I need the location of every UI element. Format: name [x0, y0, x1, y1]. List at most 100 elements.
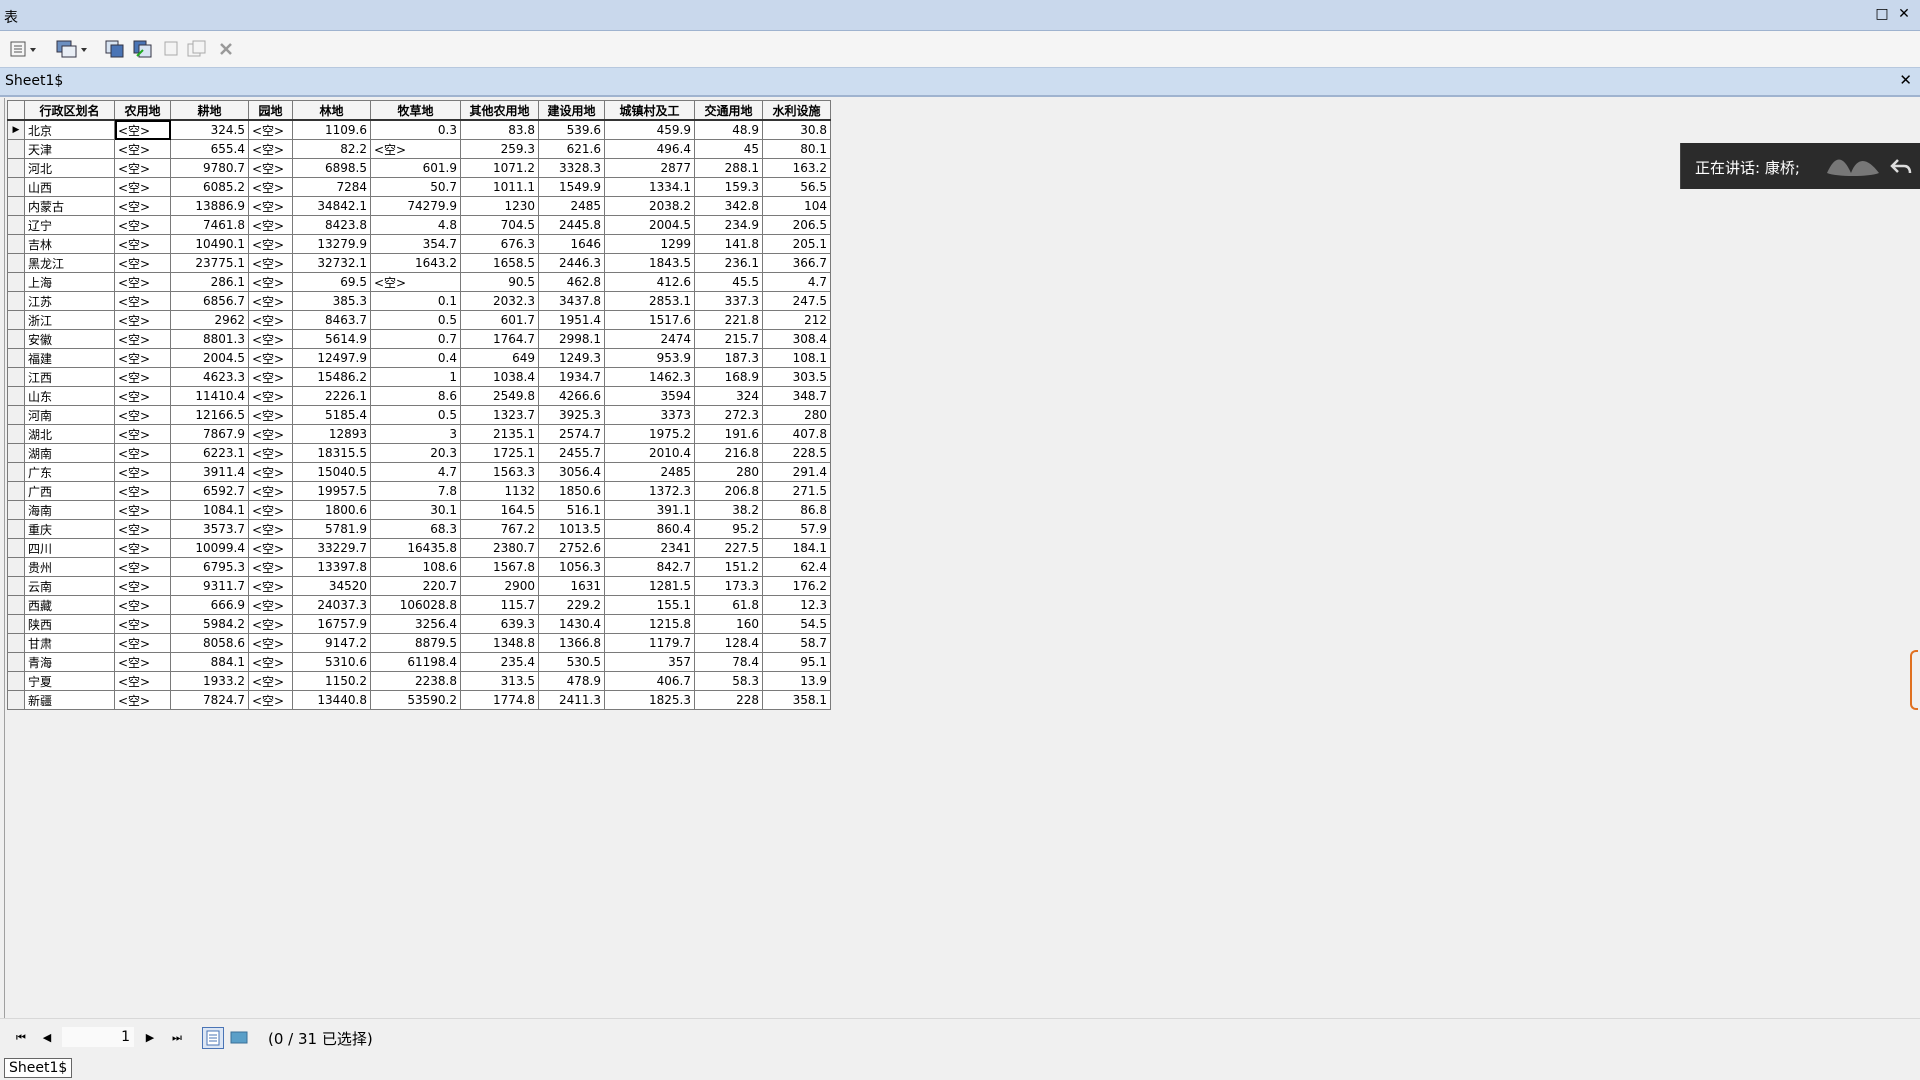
table-cell[interactable]: <空>	[114, 595, 171, 615]
table-cell[interactable]: 4.8	[370, 215, 461, 235]
table-cell[interactable]: 478.9	[538, 671, 605, 691]
table-cell[interactable]: 0.4	[370, 348, 461, 368]
table-cell[interactable]: 宁夏	[24, 671, 115, 691]
table-cell[interactable]: 0.5	[370, 405, 461, 425]
table-cell[interactable]: <空>	[248, 291, 293, 311]
table-cell[interactable]: 212	[762, 310, 831, 330]
table-cell[interactable]: 2411.3	[538, 690, 605, 710]
table-cell[interactable]: 1249.3	[538, 348, 605, 368]
table-cell[interactable]: <空>	[248, 500, 293, 520]
column-header[interactable]: 耕地	[170, 100, 249, 121]
table-cell[interactable]: 19957.5	[292, 481, 371, 501]
table-row[interactable]: 河北 <空> 9780.7 <空> 6898.5 601.9 1071.2 3328.3 287…	[7, 158, 831, 178]
table-cell[interactable]: 陕西	[24, 614, 115, 634]
row-selector[interactable]	[7, 405, 25, 425]
table-cell[interactable]: <空>	[248, 196, 293, 216]
delete-button[interactable]	[216, 39, 236, 59]
table-cell[interactable]: <空>	[114, 196, 171, 216]
table-cell[interactable]: <空>	[114, 557, 171, 577]
table-cell[interactable]: <空>	[114, 329, 171, 349]
column-header[interactable]: 建设用地	[538, 100, 605, 121]
row-selector[interactable]	[7, 614, 25, 634]
table-cell[interactable]: 8.6	[370, 386, 461, 406]
table-cell[interactable]: <空>	[114, 234, 171, 254]
table-cell[interactable]: 广东	[24, 462, 115, 482]
table-cell[interactable]: 1299	[604, 234, 695, 254]
table-cell[interactable]: <空>	[114, 367, 171, 387]
table-cell[interactable]: 6898.5	[292, 158, 371, 178]
table-row[interactable]: 内蒙古 <空> 13886.9 <空> 34842.1 74279.9 1230 2485 20…	[7, 196, 831, 216]
table-cell[interactable]: 58.3	[694, 671, 763, 691]
table-cell[interactable]: <空>	[248, 329, 293, 349]
table-cell[interactable]: 1658.5	[460, 253, 539, 273]
table-cell[interactable]: 2135.1	[460, 424, 539, 444]
table-cell[interactable]: <空>	[114, 614, 171, 634]
table-cell[interactable]: 2038.2	[604, 196, 695, 216]
table-cell[interactable]: 676.3	[460, 234, 539, 254]
table-cell[interactable]: <空>	[248, 690, 293, 710]
table-cell[interactable]: 河北	[24, 158, 115, 178]
table-cell[interactable]: 280	[694, 462, 763, 482]
table-cell[interactable]: 1764.7	[460, 329, 539, 349]
table-cell[interactable]: <空>	[114, 671, 171, 691]
row-selector[interactable]	[7, 348, 25, 368]
table-cell[interactable]: 1013.5	[538, 519, 605, 539]
table-cell[interactable]: <空>	[114, 500, 171, 520]
table-cell[interactable]: 303.5	[762, 367, 831, 387]
table-cell[interactable]: 1	[370, 367, 461, 387]
last-record-icon[interactable]: ⏭	[168, 1029, 186, 1047]
table-cell[interactable]: <空>	[370, 272, 461, 292]
table-cell[interactable]: 甘肃	[24, 633, 115, 653]
table-cell[interactable]: <空>	[114, 272, 171, 292]
table-cell[interactable]: 221.8	[694, 310, 763, 330]
table-cell[interactable]: 1056.3	[538, 557, 605, 577]
table-cell[interactable]: <空>	[248, 671, 293, 691]
column-header[interactable]: 行政区划名	[24, 100, 115, 121]
table-cell[interactable]: 220.7	[370, 576, 461, 596]
table-cell[interactable]: <空>	[248, 215, 293, 235]
row-selector[interactable]	[7, 462, 25, 482]
table-cell[interactable]: 82.2	[292, 139, 371, 159]
table-cell[interactable]: <空>	[248, 633, 293, 653]
select-by-attributes-button[interactable]	[104, 39, 126, 59]
table-cell[interactable]: 2445.8	[538, 215, 605, 235]
table-cell[interactable]: 58.7	[762, 633, 831, 653]
table-cell[interactable]: <空>	[248, 310, 293, 330]
table-cell[interactable]: 0.7	[370, 329, 461, 349]
row-selector[interactable]	[7, 272, 25, 292]
table-cell[interactable]: 北京	[24, 119, 115, 140]
table-cell[interactable]: 206.5	[762, 215, 831, 235]
table-cell[interactable]: 5310.6	[292, 652, 371, 672]
table-cell[interactable]: 1334.1	[604, 177, 695, 197]
scroll-indicator[interactable]	[1910, 650, 1918, 710]
table-cell[interactable]: 601.9	[370, 158, 461, 178]
table-cell[interactable]: 13397.8	[292, 557, 371, 577]
table-cell[interactable]: 272.3	[694, 405, 763, 425]
table-cell[interactable]: 38.2	[694, 500, 763, 520]
table-cell[interactable]: 2877	[604, 158, 695, 178]
table-cell[interactable]: 2752.6	[538, 538, 605, 558]
first-record-icon[interactable]: ⏮	[12, 1029, 30, 1047]
table-cell[interactable]: 1934.7	[538, 367, 605, 387]
table-cell[interactable]: 8423.8	[292, 215, 371, 235]
table-cell[interactable]: 655.4	[170, 139, 249, 159]
table-cell[interactable]: 601.7	[460, 310, 539, 330]
table-cell[interactable]: <空>	[114, 538, 171, 558]
table-cell[interactable]: 1430.4	[538, 614, 605, 634]
table-cell[interactable]: 348.7	[762, 386, 831, 406]
table-cell[interactable]: 23775.1	[170, 253, 249, 273]
table-cell[interactable]: 247.5	[762, 291, 831, 311]
table-cell[interactable]: 280	[762, 405, 831, 425]
table-cell[interactable]: 412.6	[604, 272, 695, 292]
row-selector[interactable]	[7, 196, 25, 216]
row-selector-header[interactable]	[7, 100, 25, 121]
table-cell[interactable]: 2549.8	[460, 386, 539, 406]
table-cell[interactable]: <空>	[248, 519, 293, 539]
table-cell[interactable]: 33229.7	[292, 538, 371, 558]
show-selected-records-button[interactable]	[228, 1027, 250, 1049]
table-cell[interactable]: 2032.3	[460, 291, 539, 311]
table-cell[interactable]: 1563.3	[460, 462, 539, 482]
table-cell[interactable]: 57.9	[762, 519, 831, 539]
row-selector[interactable]	[7, 633, 25, 653]
table-cell[interactable]: 6592.7	[170, 481, 249, 501]
